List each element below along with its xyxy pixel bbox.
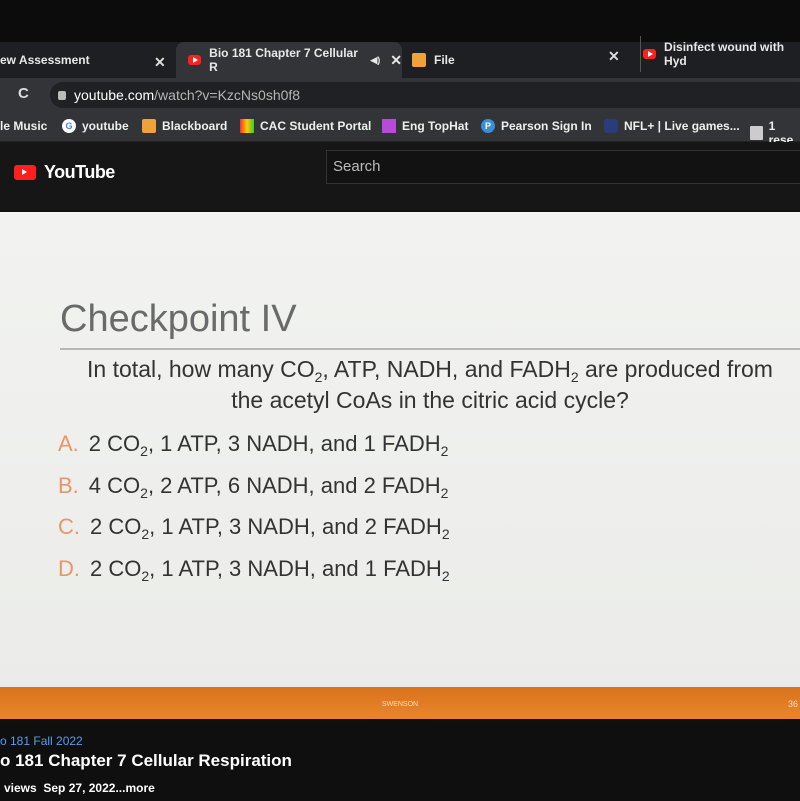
option-text: , 1 ATP, 3 NADH, and 1 FADH <box>149 556 442 581</box>
tab-disinfect[interactable]: Disinfect wound with Hyd <box>640 36 800 72</box>
option-text: 4 CO <box>88 473 141 498</box>
option-sub: 2 <box>440 485 449 501</box>
youtube-icon <box>643 49 657 59</box>
option-text: 2 CO <box>90 514 142 539</box>
tab-label: Disinfect wound with Hyd <box>664 40 785 68</box>
logo-text: YouTube <box>44 162 115 182</box>
bookmark-blackboard[interactable]: Blackboard <box>142 119 227 133</box>
close-icon[interactable]: ✕ <box>390 52 402 69</box>
bookmark-nfl[interactable]: NFL+ | Live games... <box>604 119 740 133</box>
tab-assessment[interactable]: ew Assessment <box>0 42 175 78</box>
video-info: o 181 Fall 2022 o 181 Chapter 7 Cellular… <box>0 719 800 801</box>
pearson-icon: P <box>481 119 495 133</box>
reload-icon[interactable]: C <box>18 85 29 102</box>
bookmark-label: Eng TopHat <box>402 119 469 133</box>
video-player[interactable]: Checkpoint IV In total, how many CO2, AT… <box>0 212 800 687</box>
option-letter: A. <box>58 431 79 456</box>
tab-file[interactable]: File <box>412 42 612 78</box>
bookmark-label: NFL+ | Live games... <box>624 119 740 133</box>
option-sub: 2 <box>141 568 150 584</box>
more-link[interactable]: ...more <box>115 781 154 795</box>
footer-author: SWENSON <box>381 701 419 708</box>
divider <box>60 348 800 350</box>
question-line-2: the acetyl CoAs in the citric acid cycle… <box>231 387 629 413</box>
option-sub: 2 <box>140 443 148 459</box>
option-a: A. 2 CO2, 1 ATP, 3 NADH, and 1 FADH2 <box>58 431 448 459</box>
url-input[interactable]: youtube.com/watch?v=KzcNs0sh0f8 <box>50 82 800 108</box>
option-text: 2 CO <box>90 556 142 581</box>
playlist-link[interactable]: o 181 Fall 2022 <box>0 734 83 748</box>
slide-title: Checkpoint IV <box>60 298 297 340</box>
lock-icon <box>58 91 66 100</box>
video-meta: views Sep 27, 2022...more <box>4 781 155 795</box>
tophat-icon <box>382 119 396 133</box>
close-icon[interactable]: ✕ <box>608 48 620 65</box>
search-input[interactable]: Search <box>326 150 800 184</box>
bookmark-youtube[interactable]: Gyoutube <box>62 119 129 133</box>
youtube-icon <box>188 55 202 65</box>
option-d: D. 2 CO2, 1 ATP, 3 NADH, and 1 FADH2 <box>58 556 450 584</box>
audio-icon[interactable]: ◀) <box>370 55 380 66</box>
option-letter: B. <box>58 473 79 498</box>
bookmark-label: Blackboard <box>162 119 228 133</box>
option-letter: D. <box>58 556 80 581</box>
tab-label: Bio 181 Chapter 7 Cellular R <box>209 46 358 74</box>
url-path: /watch?v=KzcNs0sh0f8 <box>154 87 301 103</box>
close-icon[interactable]: ✕ <box>154 54 166 71</box>
q-text: , ATP, NADH, and FADH <box>322 356 571 382</box>
slide-number: 36 <box>787 699 798 709</box>
tab-label: File <box>434 53 455 67</box>
option-sub: 2 <box>141 526 150 542</box>
option-letter: C. <box>58 514 80 539</box>
url-host: youtube.com <box>74 87 155 103</box>
bookmarks-bar: le Music Gyoutube Blackboard CAC Student… <box>0 112 800 147</box>
option-b: B. 4 CO2, 2 ATP, 6 NADH, and 2 FADH2 <box>58 473 448 501</box>
option-text: , 1 ATP, 3 NADH, and 2 FADH <box>149 514 442 539</box>
option-text: , 1 ATP, 3 NADH, and 1 FADH <box>147 431 441 456</box>
option-text: , 2 ATP, 6 NADH, and 2 FADH <box>147 473 441 498</box>
bookmark-label: youtube <box>82 119 129 133</box>
nfl-icon <box>604 119 618 133</box>
question-line-1: In total, how many CO 2, ATP, NADH, and F… <box>60 356 800 385</box>
bookmark-label: le Music <box>0 119 48 133</box>
youtube-logo[interactable]: YouTube <box>14 162 115 183</box>
tab-label: ew Assessment <box>0 53 90 67</box>
youtube-icon <box>14 165 36 180</box>
video-title: o 181 Chapter 7 Cellular Respiration <box>0 751 292 770</box>
file-icon <box>412 53 426 67</box>
pencil-icon <box>142 119 156 133</box>
option-text: 2 CO <box>88 431 141 456</box>
q-text: In total, how many CO <box>87 356 315 382</box>
option-c: C. 2 CO2, 1 ATP, 3 NADH, and 2 FADH2 <box>58 514 450 542</box>
youtube-header: YouTube Search <box>0 142 800 210</box>
bars-icon <box>240 119 254 133</box>
tab-bio181[interactable]: Bio 181 Chapter 7 Cellular R ◀) ✕ <box>176 42 402 78</box>
page-icon <box>750 126 763 140</box>
q-sub: 2 <box>570 369 579 385</box>
address-bar-row: C youtube.com/watch?v=KzcNs0sh0f8 <box>0 78 800 112</box>
view-count: views <box>4 781 37 795</box>
bookmark-music[interactable]: le Music <box>0 119 47 133</box>
q-text: are produced from <box>578 356 773 382</box>
upload-date: Sep 27, 2022 <box>43 781 116 795</box>
google-icon: G <box>62 119 76 133</box>
tab-strip: ew Assessment ✕ Bio 181 Chapter 7 Cellul… <box>0 36 800 78</box>
bookmark-cac[interactable]: CAC Student Portal <box>240 119 371 133</box>
bookmark-label: Pearson Sign In <box>501 119 592 133</box>
bookmark-tophat[interactable]: Eng TopHat <box>382 119 468 133</box>
option-sub: 2 <box>441 526 450 542</box>
bookmark-pearson[interactable]: P Pearson Sign In <box>481 119 592 133</box>
bookmark-label: CAC Student Portal <box>260 119 372 133</box>
option-sub: 2 <box>441 568 450 584</box>
option-sub: 2 <box>140 485 148 501</box>
slide-footer: SWENSON 36 <box>0 687 800 719</box>
option-sub: 2 <box>440 443 449 459</box>
